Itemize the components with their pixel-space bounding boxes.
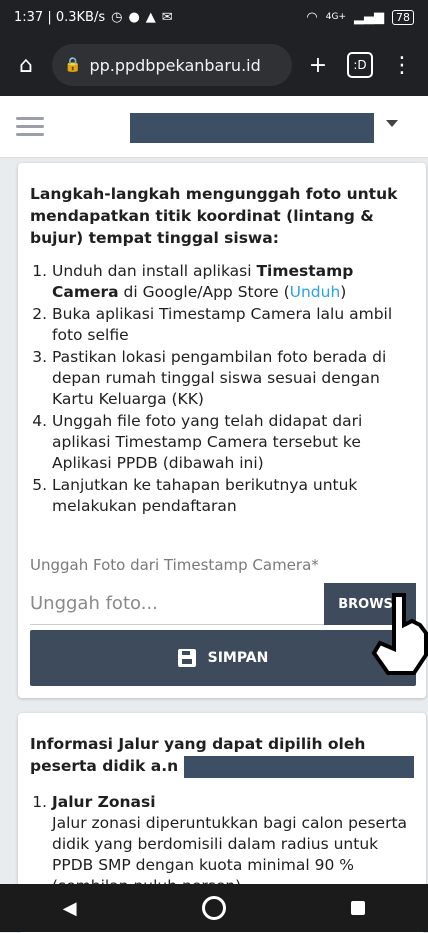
mail-icon: ✉ — [161, 9, 173, 25]
steps-list: Unduh dan install aplikasi Timestamp Cam… — [30, 261, 414, 517]
wifi-icon: ◠ — [306, 9, 318, 25]
network-label: 4G+ — [325, 12, 346, 22]
alarm-icon: ◷ — [111, 9, 123, 25]
lock-icon: 🔒 — [64, 57, 82, 73]
step-2: Buka aplikasi Timestamp Camera lalu ambi… — [52, 304, 414, 346]
home-nav-icon[interactable] — [201, 896, 226, 920]
hamburger-menu-icon[interactable] — [16, 117, 44, 136]
redacted-name — [183, 755, 414, 778]
upload-field: Unggah foto... BROWSE — [30, 583, 416, 625]
upload-label: Unggah Foto dari Timestamp Camera* — [30, 556, 319, 574]
tab-count: :D — [347, 52, 373, 78]
chevron-down-icon[interactable] — [386, 120, 398, 127]
upload-input[interactable]: Unggah foto... — [30, 583, 324, 625]
info-list: Jalur Zonasi Jalur zonasi diperuntukkan … — [30, 792, 414, 897]
url-text: pp.ppdbpekanbaru.id — [89, 55, 261, 75]
redacted-user-select[interactable] — [130, 113, 374, 143]
save-label: SIMPAN — [207, 650, 269, 666]
info-heading: Informasi Jalur yang dapat dipilih oleh … — [30, 733, 414, 778]
step-1-text-3: ) — [340, 283, 347, 301]
signal-icon: ▂▄▆ — [354, 9, 384, 25]
home-icon[interactable]: ⌂ — [10, 49, 42, 81]
chat-icon: ● — [128, 9, 140, 25]
save-button[interactable]: SIMPAN — [30, 630, 416, 686]
battery-icon: 78 — [392, 9, 414, 25]
item-title: Jalur Zonasi — [52, 792, 156, 811]
info-item-1: Jalur Zonasi Jalur zonasi diperuntukkan … — [52, 792, 414, 897]
recents-icon[interactable] — [351, 901, 366, 915]
step-1: Unduh dan install aplikasi Timestamp Cam… — [52, 261, 414, 303]
menu-icon[interactable]: ⋮ — [386, 49, 418, 81]
instructions-heading: Langkah-langkah mengunggah foto untuk me… — [30, 185, 398, 247]
step-4: Unggah file foto yang telah didapat dari… — [52, 411, 414, 474]
app-header — [0, 96, 428, 158]
step-5: Lanjutkan ke tahapan berikutnya untuk me… — [52, 475, 414, 517]
download-link[interactable]: Unduh — [290, 283, 341, 301]
save-icon — [177, 649, 196, 667]
browser-toolbar: ⌂ 🔒 pp.ppdbpekanbaru.id + :D ⋮ — [0, 34, 428, 96]
status-time: 1:37 | 0.3KB/s — [14, 9, 106, 25]
android-nav-bar: ◀ — [0, 884, 428, 932]
step-3: Pastikan lokasi pengambilan foto berada … — [52, 347, 414, 410]
hand-cursor-icon — [371, 593, 428, 675]
tabs-button[interactable]: :D — [344, 49, 376, 81]
warning-icon: ▲ — [145, 9, 156, 25]
address-bar[interactable]: 🔒 pp.ppdbpekanbaru.id — [52, 44, 292, 86]
status-bar: 1:37 | 0.3KB/s ◷ ● ▲ ✉ ◠ 4G+ ▂▄▆ 78 — [0, 0, 428, 34]
new-tab-icon[interactable]: + — [302, 49, 334, 81]
back-icon[interactable]: ◀ — [63, 898, 77, 919]
step-1-text-2: di Google/App Store ( — [118, 283, 290, 301]
step-1-text: Unduh dan install aplikasi — [52, 262, 257, 280]
